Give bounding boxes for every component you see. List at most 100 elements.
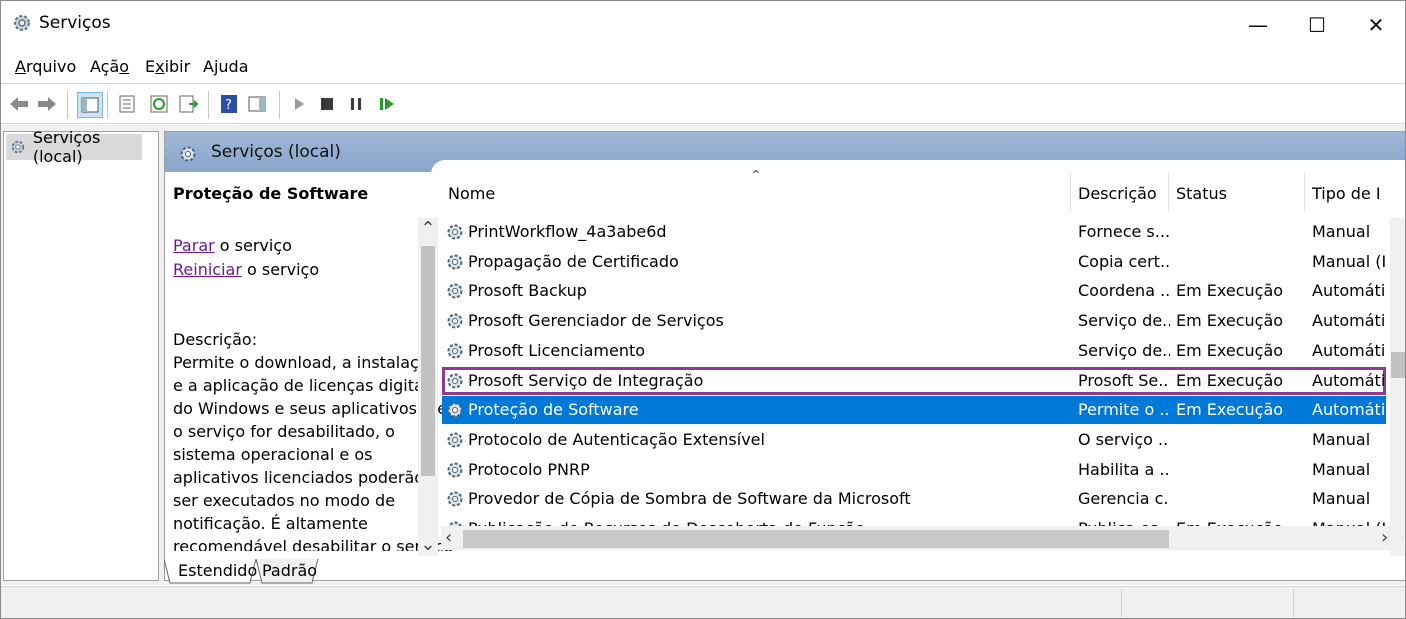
- export-list-button[interactable]: [177, 92, 201, 116]
- service-row[interactable]: Propagação de Certificado Copia cert... Ma…: [442, 248, 1386, 276]
- service-row[interactable]: Prosoft Backup Coordena ... Em Execução Aut…: [442, 277, 1386, 305]
- restart-service-button[interactable]: [375, 92, 399, 116]
- service-name: Prosoft Serviço de Integração: [468, 370, 704, 390]
- maximize-icon: ☐: [1308, 13, 1326, 37]
- service-name: Prosoft Gerenciador de Serviços: [468, 311, 724, 331]
- service-startup-type: Manual: [1312, 489, 1371, 509]
- refresh-button[interactable]: [147, 92, 171, 116]
- service-description: Gerencia c...: [1078, 489, 1170, 509]
- horizontal-scrollbar[interactable]: ‹ ›: [441, 526, 1401, 550]
- description-line: o serviço for desabilitado, o: [173, 422, 395, 441]
- service-gear-icon: [447, 313, 463, 329]
- menu-ajuda[interactable]: Ajuda: [203, 57, 249, 76]
- start-service-button[interactable]: [287, 92, 311, 116]
- service-gear-icon: [447, 462, 463, 478]
- column-header-startup-type[interactable]: Tipo de Ini: [1312, 184, 1382, 203]
- service-status: Em Execução: [1176, 370, 1284, 390]
- play-icon: [295, 98, 304, 110]
- service-name: PrintWorkflow_4a3abe6d: [468, 222, 667, 241]
- menu-arquivo[interactable]: Arquivo: [15, 57, 76, 76]
- menu-exibir[interactable]: Exibir: [145, 57, 190, 76]
- minimize-button[interactable]: —: [1229, 1, 1287, 49]
- close-button[interactable]: ✕: [1347, 1, 1405, 49]
- service-description: Habilita a ...: [1078, 459, 1170, 479]
- workspace: Serviços (local) Serviços (local) Proteç…: [1, 125, 1405, 585]
- forward-button[interactable]: [35, 92, 59, 116]
- service-row[interactable]: Protocolo PNRP Habilita a ... Manual: [442, 456, 1386, 484]
- description-line: recomendável desabilitar o serviço: [173, 537, 454, 551]
- help-button[interactable]: ?: [217, 92, 241, 116]
- pause-service-button[interactable]: [344, 92, 368, 116]
- service-row[interactable]: PrintWorkflow_4a3abe6d Fornece s... Manual: [442, 218, 1386, 246]
- forward-arrow-icon: [38, 97, 56, 111]
- service-gear-icon: [447, 224, 463, 240]
- service-startup-type: Automátic: [1312, 281, 1386, 301]
- maximize-button[interactable]: ☐: [1288, 1, 1346, 49]
- service-row[interactable]: Prosoft Gerenciador de Serviços Serviço d…: [442, 307, 1386, 335]
- svg-text:?: ?: [225, 98, 232, 113]
- sort-ascending-icon: ⌃: [750, 168, 762, 184]
- description-line: Permite o download, a instalação: [173, 353, 439, 372]
- service-status: Em Execução: [1176, 400, 1284, 420]
- column-separator[interactable]: [1070, 172, 1071, 212]
- service-row[interactable]: Proteção de Software Permite o ... Em Exec…: [442, 396, 1386, 425]
- toolbar: ?: [1, 85, 1405, 123]
- stop-action: Parar o serviço: [173, 236, 292, 255]
- scroll-thumb[interactable]: [421, 246, 435, 476]
- menu-acao[interactable]: Ação: [90, 57, 129, 76]
- service-name: Prosoft Backup: [468, 281, 587, 301]
- status-bar: [1, 586, 1405, 618]
- properties-button[interactable]: [115, 92, 139, 116]
- service-description: Serviço de...: [1078, 311, 1170, 331]
- scroll-left-icon[interactable]: ‹: [445, 527, 452, 548]
- service-startup-type: Automátic: [1312, 370, 1386, 390]
- column-header-description[interactable]: Descrição: [1078, 184, 1157, 203]
- service-status: Em Execução: [1176, 281, 1284, 301]
- column-header-status[interactable]: Status: [1176, 184, 1227, 203]
- tree-item-services-local[interactable]: Serviços (local): [6, 128, 142, 166]
- service-row[interactable]: Prosoft Serviço de Integração Prosoft Se.…: [442, 367, 1386, 395]
- description-label: Descrição:: [173, 330, 258, 349]
- stop-service-link[interactable]: Parar: [173, 236, 215, 255]
- service-row[interactable]: Protocolo de Autenticação Extensível O se…: [442, 426, 1386, 454]
- minimize-icon: —: [1248, 13, 1268, 37]
- scroll-up-icon[interactable]: ⌃: [419, 220, 437, 238]
- restart-service-link[interactable]: Reiniciar: [173, 260, 242, 279]
- service-row[interactable]: Provedor de Cópia de Sombra de Software …: [442, 485, 1386, 513]
- services-list: ⌃ Nome Descrição Status Tipo de Ini ⌃ ⌄ …: [416, 168, 1405, 578]
- show-console-tree-button[interactable]: [77, 92, 103, 118]
- services-gear-icon: [14, 15, 30, 31]
- service-status: Em Execução: [1176, 311, 1284, 331]
- scroll-down-icon[interactable]: ⌄: [419, 536, 437, 554]
- service-row[interactable]: Prosoft Licenciamento Serviço de... Em Exe…: [442, 337, 1386, 365]
- scroll-right-icon[interactable]: ›: [1381, 527, 1388, 548]
- service-gear-icon: [447, 402, 463, 418]
- tab-padrao[interactable]: Padrão: [262, 561, 317, 580]
- restart-action: Reiniciar o serviço: [173, 260, 320, 279]
- service-gear-icon: [447, 373, 463, 388]
- service-name: Provedor de Cópia de Sombra de Software …: [468, 489, 911, 509]
- restart-icon: [380, 98, 394, 110]
- tab-estendido[interactable]: Estendido: [178, 561, 257, 580]
- scroll-thumb[interactable]: [463, 530, 1169, 548]
- action-pane-button[interactable]: [245, 92, 269, 116]
- service-description: Copia cert...: [1078, 251, 1170, 271]
- column-header-name[interactable]: Nome: [448, 184, 495, 203]
- column-separator[interactable]: [1168, 172, 1169, 212]
- service-startup-type: Manual: [1312, 222, 1371, 241]
- back-button[interactable]: [7, 92, 31, 116]
- close-icon: ✕: [1367, 13, 1385, 37]
- menu-separator: [1, 83, 1405, 84]
- stop-service-button[interactable]: [315, 92, 339, 116]
- menu-bar: Arquivo Ação Exibir Ajuda: [1, 51, 1405, 83]
- service-name: Propagação de Certificado: [468, 251, 679, 271]
- service-startup-type: Manual: [1312, 459, 1371, 479]
- left-vertical-scrollbar[interactable]: ⌃ ⌄: [418, 218, 438, 556]
- service-description: Permite o ...: [1078, 400, 1170, 420]
- service-status: Em Execução: [1176, 340, 1284, 360]
- column-separator[interactable]: [1304, 172, 1305, 212]
- right-vertical-scrollbar[interactable]: ⌄: [1390, 218, 1405, 556]
- status-separator: [1121, 589, 1122, 617]
- scroll-thumb[interactable]: [1391, 352, 1405, 378]
- description-line: do Windows e seus aplicativos. Se: [173, 399, 448, 418]
